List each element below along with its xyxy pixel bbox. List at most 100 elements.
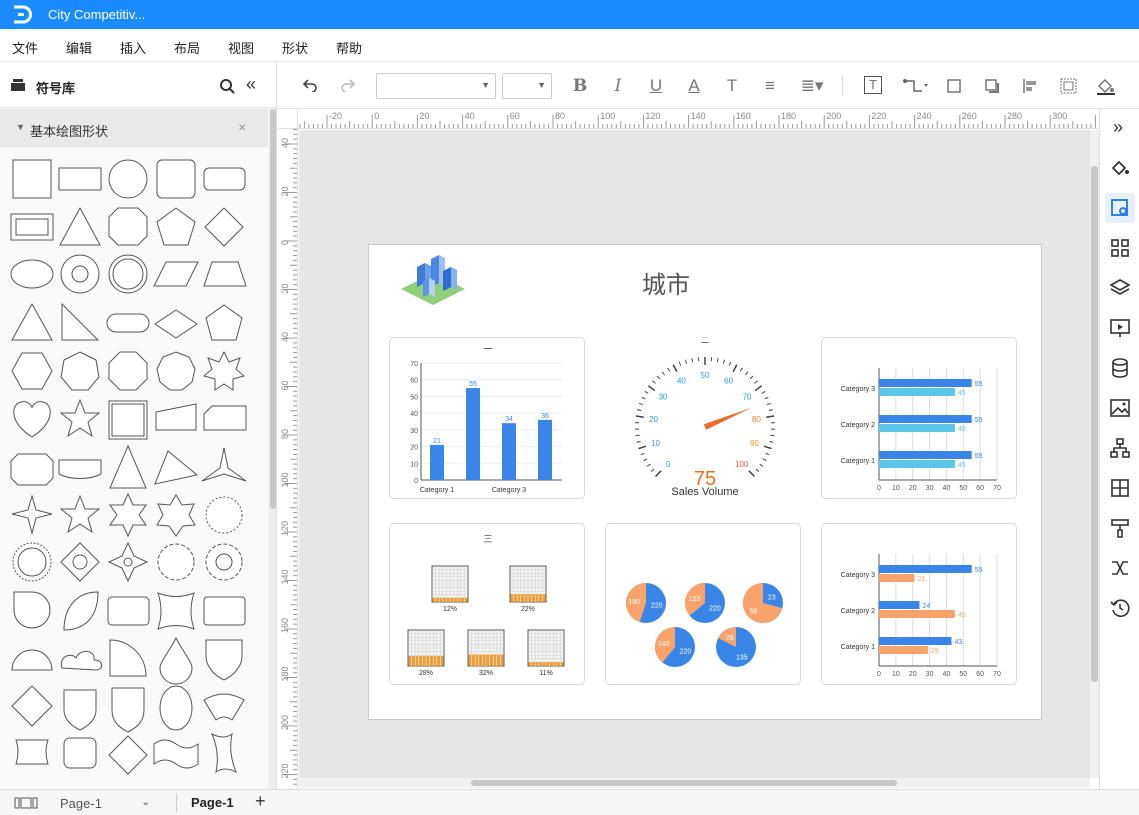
menu-insert[interactable]: 插入 [120, 38, 146, 57]
shape-cloud[interactable] [60, 651, 103, 671]
card-pie-charts[interactable]: 180 220 123 220 56 23 142 220 29 135 [605, 523, 801, 685]
menu-shape[interactable]: 形状 [282, 38, 308, 57]
font-color-icon[interactable]: A [684, 76, 704, 96]
shape-heart[interactable] [13, 401, 51, 438]
shape-rounded-pentagon[interactable] [205, 304, 243, 341]
shape-octagon-2[interactable] [108, 351, 148, 391]
shape-fan[interactable] [203, 693, 245, 721]
canvas-horizontal-scrollbar[interactable] [299, 778, 1090, 788]
shape-octagon[interactable] [108, 207, 148, 246]
shape-diamond-3[interactable] [108, 735, 148, 775]
org-chart-icon[interactable] [1109, 437, 1131, 459]
shape-rounded-rectangle[interactable] [203, 167, 246, 191]
menu-edit[interactable]: 编辑 [66, 38, 92, 57]
fill-icon[interactable] [1109, 157, 1131, 179]
shape-manual-input[interactable] [155, 403, 197, 431]
shape-leaf[interactable] [63, 591, 99, 631]
align-icon[interactable]: ≡ [760, 76, 780, 96]
card-hbar-chart-2[interactable]: 0 10 20 30 40 50 60 70 Category 3 55 21 Category 2 2… [821, 523, 1017, 685]
align-left-icon[interactable] [1022, 78, 1040, 94]
shape-trapezoid[interactable] [203, 261, 247, 287]
shape-star-5b[interactable] [59, 494, 101, 534]
shadow-icon[interactable] [984, 78, 1002, 94]
shape-nonagon[interactable] [156, 351, 196, 391]
layout-grid-icon[interactable] [1109, 237, 1131, 259]
expand-panel-icon[interactable]: » [1113, 117, 1123, 138]
search-icon[interactable] [220, 79, 235, 94]
menu-file[interactable]: 文件 [12, 38, 38, 57]
card-gauge[interactable]: 二 0 10 20 30 40 50 60 70 80 90 100 75 Sales Volume [605, 335, 801, 499]
shape-shield[interactable] [205, 639, 243, 681]
shape-right-triangle[interactable] [61, 302, 100, 341]
shape-octagon-wide[interactable] [10, 453, 54, 486]
shuffle-icon[interactable] [1109, 557, 1131, 579]
bold-icon[interactable]: B [570, 76, 590, 96]
shape-star-7[interactable] [156, 494, 196, 537]
connector-icon[interactable] [902, 78, 928, 94]
horizontal-scroll-thumb[interactable] [471, 780, 897, 786]
shape-banner[interactable] [58, 459, 102, 479]
menu-help[interactable]: 帮助 [336, 38, 362, 57]
layers-icon[interactable] [1109, 277, 1131, 299]
undo-icon[interactable] [302, 78, 318, 92]
shape-plaque[interactable] [107, 596, 150, 626]
shape-teardrop[interactable] [13, 591, 51, 629]
history-icon[interactable] [1109, 597, 1131, 619]
italic-icon[interactable]: I [608, 76, 628, 96]
shape-egg[interactable] [159, 685, 193, 731]
shape-rounded-square[interactable] [156, 159, 196, 199]
add-page-icon[interactable]: + [255, 791, 266, 812]
shape-gear[interactable] [157, 543, 195, 581]
library-scroll-thumb[interactable] [270, 109, 276, 509]
page-settings-icon[interactable] [1109, 197, 1131, 219]
diagram-page[interactable]: 城市 一 70 60 50 40 30 20 10 0 21 55 34 36 Category 1 Cat… [368, 244, 1042, 720]
page-tab[interactable]: Page-1 [191, 795, 234, 810]
underline-icon[interactable]: U [646, 76, 666, 96]
shape-half-circle[interactable] [11, 649, 53, 671]
image-icon[interactable] [1109, 397, 1131, 419]
library-scrollbar[interactable] [269, 109, 276, 789]
collapse-panel-icon[interactable]: « [246, 74, 256, 95]
shape-wave-tall[interactable] [210, 732, 237, 774]
vertical-scroll-thumb[interactable] [1091, 166, 1098, 682]
menu-layout[interactable]: 布局 [174, 38, 200, 57]
shape-card[interactable] [203, 405, 247, 431]
format-painter-icon[interactable] [1109, 517, 1131, 539]
shape-isosceles-triangle[interactable] [11, 302, 53, 341]
section-basic-shapes[interactable]: ▼ 基本绘图形状 × [0, 109, 268, 147]
shape-rounded-frame[interactable] [63, 737, 97, 769]
shape-pentagon[interactable] [156, 207, 196, 246]
table-layout-icon[interactable] [1109, 477, 1131, 499]
shape-diamond[interactable] [204, 207, 244, 247]
shape-seal[interactable] [205, 496, 243, 534]
shape-capsule[interactable] [106, 313, 150, 333]
shape-wave[interactable] [153, 739, 199, 769]
page-select[interactable]: Page-1 [60, 796, 102, 811]
shape-shield-2[interactable] [63, 689, 97, 731]
text-box-icon[interactable]: T [864, 76, 882, 94]
shape-wedge[interactable] [154, 450, 199, 485]
close-icon[interactable]: × [238, 119, 246, 135]
shape-star-6[interactable] [109, 492, 147, 538]
shape-circle[interactable] [108, 159, 148, 199]
shape-drop[interactable] [159, 636, 193, 685]
line-style-icon[interactable] [946, 78, 964, 94]
shape-square[interactable] [12, 159, 52, 199]
font-family-select[interactable]: ▼ [376, 73, 496, 99]
shape-star-4[interactable] [11, 494, 53, 535]
presentation-icon[interactable] [1109, 317, 1131, 339]
page-title[interactable]: 城市 [369, 265, 963, 300]
line-spacing-icon[interactable]: ≣▾ [798, 76, 826, 96]
text-style-icon[interactable]: T [722, 76, 742, 96]
shape-rect-corner[interactable] [203, 596, 246, 626]
shape-quarter-circle[interactable] [109, 639, 147, 677]
card-hbar-chart-1[interactable]: 0 10 20 30 40 50 60 70 Category 3 55 45 Category 2 5… [821, 337, 1017, 499]
canvas-vertical-scrollbar[interactable] [1090, 130, 1099, 778]
shape-shield-3[interactable] [111, 687, 145, 733]
shape-triangle[interactable] [59, 206, 101, 246]
font-size-select[interactable]: ▼ [502, 73, 552, 99]
redo-icon[interactable] [340, 78, 356, 92]
shape-diamond-2[interactable] [11, 685, 53, 727]
shape-scroll[interactable] [15, 739, 49, 765]
shape-ellipse[interactable] [10, 259, 54, 289]
